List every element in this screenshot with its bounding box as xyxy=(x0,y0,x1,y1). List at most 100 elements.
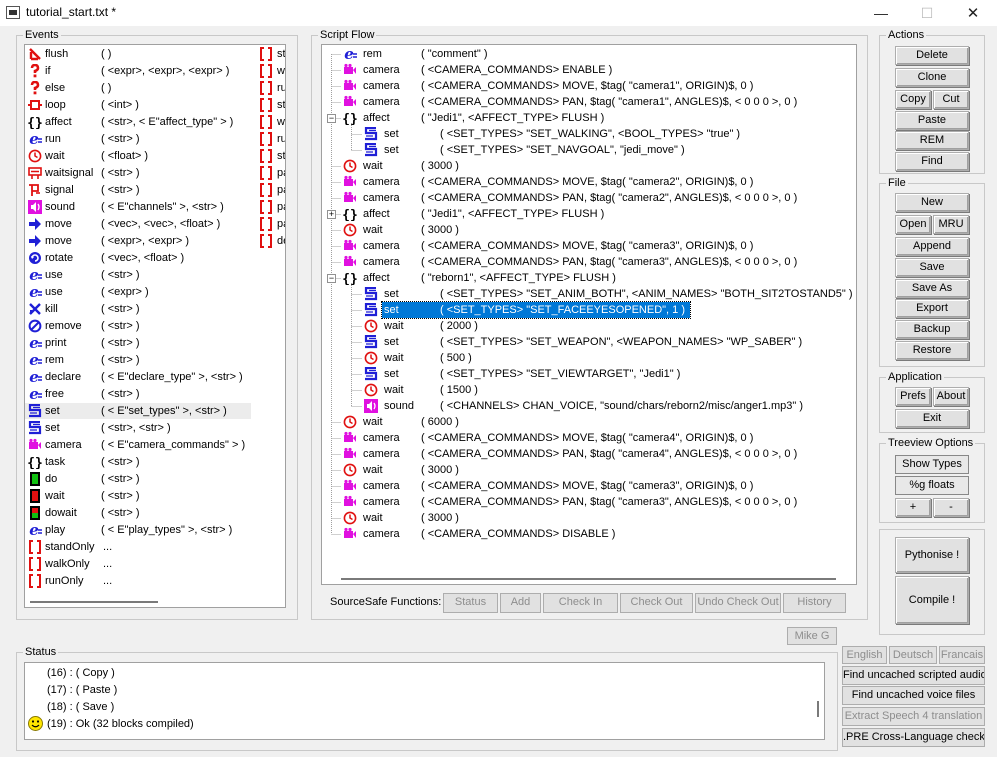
event-item[interactable]: pa xyxy=(257,199,285,215)
script-flow-row[interactable]: camera ( <CAMERA_COMMANDS> PAN, $tag( "ca… xyxy=(322,446,852,462)
event-item[interactable]: signal ( <str> ) xyxy=(25,182,251,198)
events-scroll-thumb[interactable] xyxy=(30,601,158,603)
script-flow-row[interactable]: set ( <SET_TYPES> "SET_FACEEYESOPENED", 1… xyxy=(322,301,852,319)
status-scroll-thumb[interactable] xyxy=(817,701,819,717)
script-flow-row[interactable]: sound ( <CHANNELS> CHAN_VOICE, "sound/cha… xyxy=(322,398,852,414)
paste-button[interactable]: Paste xyxy=(895,111,969,130)
event-item[interactable]: e print ( <str> ) xyxy=(25,334,251,352)
event-item[interactable]: ru xyxy=(257,131,285,147)
collapse-icon[interactable]: − xyxy=(327,114,336,123)
flow-horizontal-scrollbar[interactable] xyxy=(323,575,856,583)
event-item[interactable]: set ( <str>, <str> ) xyxy=(25,420,251,436)
event-item[interactable]: ru xyxy=(257,80,285,96)
sourcesafe-add-button[interactable]: Add xyxy=(500,593,541,613)
event-item[interactable]: camera ( < E"camera_commands" > ) xyxy=(25,437,251,453)
event-item[interactable]: st xyxy=(257,97,285,113)
event-item[interactable]: pa xyxy=(257,216,285,232)
restore-button[interactable]: Restore xyxy=(895,341,969,360)
event-item[interactable]: e use ( <str> ) xyxy=(25,266,251,284)
script-flow-row[interactable]: camera ( <CAMERA_COMMANDS> MOVE, $tag( "c… xyxy=(322,78,852,94)
script-flow-row[interactable]: camera ( <CAMERA_COMMANDS> PAN, $tag( "ca… xyxy=(322,94,852,110)
compile-button[interactable]: Compile ! xyxy=(895,576,969,624)
mike-g-button[interactable]: Mike G xyxy=(787,627,837,645)
event-item[interactable]: set ( < E"set_types" >, <str> ) xyxy=(25,403,251,419)
mru-button[interactable]: MRU xyxy=(933,215,969,234)
event-item[interactable]: rotate ( <vec>, <float> ) xyxy=(25,250,251,266)
event-item[interactable]: {}affect ( <str>, < E"affect_type" > ) xyxy=(25,114,251,131)
events-list[interactable]: flush ( ) if ( <expr>, <expr>, <expr> ) else… xyxy=(24,44,286,608)
event-item[interactable]: pa xyxy=(257,165,285,181)
event-item[interactable]: sound ( < E"channels" >, <str> ) xyxy=(25,199,251,215)
backup-button[interactable]: Backup xyxy=(895,320,969,339)
extract-speech-button[interactable]: Extract Speech 4 translation xyxy=(842,707,985,726)
script-flow-row[interactable]: wait ( 3000 ) xyxy=(322,462,852,478)
script-flow-row[interactable]: camera ( <CAMERA_COMMANDS> PAN, $tag( "ca… xyxy=(322,190,852,206)
rem-button[interactable]: REM xyxy=(895,131,969,150)
export-button[interactable]: Export xyxy=(895,299,969,318)
event-item[interactable]: {}task ( <str> ) xyxy=(25,454,251,471)
script-flow-row[interactable]: wait ( 3000 ) xyxy=(322,222,852,238)
script-flow-row[interactable]: set ( <SET_TYPES> "SET_ANIM_BOTH", <ANIM_… xyxy=(322,286,853,302)
close-button[interactable]: ✕ xyxy=(950,0,996,26)
event-item[interactable]: st xyxy=(257,148,285,164)
script-flow-row[interactable]: e rem ( "comment" ) xyxy=(322,45,852,63)
event-item[interactable]: e run ( <str> ) xyxy=(25,130,251,148)
flow-scroll-thumb[interactable] xyxy=(341,578,836,580)
script-flow-row[interactable]: wait ( 3000 ) xyxy=(322,510,852,526)
event-item[interactable]: do ( <str> ) xyxy=(25,471,251,487)
expand-icon[interactable]: + xyxy=(327,210,336,219)
event-item[interactable]: wait ( <str> ) xyxy=(25,488,251,504)
english-button[interactable]: English xyxy=(842,646,887,664)
expand-all-button[interactable]: + xyxy=(895,498,931,517)
event-item[interactable]: standOnly... xyxy=(25,539,251,555)
event-item[interactable]: runOnly... xyxy=(25,573,251,589)
script-flow-row[interactable]: wait ( 2000 ) xyxy=(322,318,852,334)
collapse-icon[interactable]: − xyxy=(327,274,336,283)
script-flow-row[interactable]: wait ( 1500 ) xyxy=(322,382,852,398)
event-item[interactable]: remove ( <str> ) xyxy=(25,318,251,334)
delete-button[interactable]: Delete xyxy=(895,46,969,65)
prefs-button[interactable]: Prefs xyxy=(895,387,931,406)
event-item[interactable]: else ( ) xyxy=(25,80,251,96)
script-flow-row[interactable]: camera ( <CAMERA_COMMANDS> PAN, $tag( "ca… xyxy=(322,254,852,270)
collapse-all-button[interactable]: - xyxy=(933,498,969,517)
event-item[interactable]: dowait ( <str> ) xyxy=(25,505,251,521)
event-item[interactable]: move ( <vec>, <vec>, <float> ) xyxy=(25,216,251,232)
event-item[interactable]: walkOnly... xyxy=(25,556,251,572)
minimize-button[interactable]: — xyxy=(858,0,904,26)
script-flow-row[interactable]: set ( <SET_TYPES> "SET_NAVGOAL", "jedi_mo… xyxy=(322,142,852,158)
event-item[interactable]: if ( <expr>, <expr>, <expr> ) xyxy=(25,63,251,79)
exit-button[interactable]: Exit xyxy=(895,409,969,428)
script-flow-row[interactable]: set ( <SET_TYPES> "SET_VIEWTARGET", "Jedi… xyxy=(322,366,852,382)
copy-button[interactable]: Copy xyxy=(895,90,931,109)
open-button[interactable]: Open xyxy=(895,215,931,234)
event-item[interactable]: e declare ( < E"declare_type" >, <str> ) xyxy=(25,368,251,386)
event-item[interactable]: pa xyxy=(257,182,285,198)
script-flow-row[interactable]: wait ( 6000 ) xyxy=(322,414,852,430)
script-flow-row[interactable]: wait ( 3000 ) xyxy=(322,158,852,174)
event-item[interactable]: e use ( <expr> ) xyxy=(25,283,251,301)
event-item[interactable]: w xyxy=(257,114,285,130)
event-item[interactable]: waitsignal ( <str> ) xyxy=(25,165,251,181)
pre-cross-language-check-button[interactable]: .PRE Cross-Language check xyxy=(842,728,985,747)
script-flow-row[interactable]: camera ( <CAMERA_COMMANDS> MOVE, $tag( "c… xyxy=(322,478,852,494)
event-item[interactable]: de xyxy=(257,233,285,249)
deutsch-button[interactable]: Deutsch xyxy=(889,646,937,664)
show-types-toggle[interactable]: Show Types xyxy=(895,455,969,474)
script-flow-row[interactable]: set ( <SET_TYPES> "SET_WEAPON", <WEAPON_N… xyxy=(322,334,852,350)
event-item[interactable]: e rem ( <str> ) xyxy=(25,351,251,369)
save-as-button[interactable]: Save As xyxy=(895,279,969,298)
script-flow-row[interactable]: {} affect ( "Jedi1", <AFFECT_TYPE> FLUSH ) xyxy=(322,206,852,223)
script-flow-row[interactable]: camera ( <CAMERA_COMMANDS> ENABLE ) xyxy=(322,62,852,78)
g-floats-toggle[interactable]: %g floats xyxy=(895,476,969,495)
append-button[interactable]: Append xyxy=(895,237,969,256)
script-flow-row[interactable]: camera ( <CAMERA_COMMANDS> MOVE, $tag( "c… xyxy=(322,430,852,446)
francais-button[interactable]: Francais xyxy=(939,646,985,664)
script-flow-row[interactable]: camera ( <CAMERA_COMMANDS> MOVE, $tag( "c… xyxy=(322,174,852,190)
script-flow-row[interactable]: set ( <SET_TYPES> "SET_WALKING", <BOOL_TY… xyxy=(322,126,852,142)
event-item[interactable]: wait ( <float> ) xyxy=(25,148,251,164)
event-item[interactable]: loop ( <int> ) xyxy=(25,97,251,113)
script-flow-row[interactable]: wait ( 500 ) xyxy=(322,350,852,366)
about-button[interactable]: About xyxy=(933,387,969,406)
event-item[interactable]: st xyxy=(257,46,285,62)
